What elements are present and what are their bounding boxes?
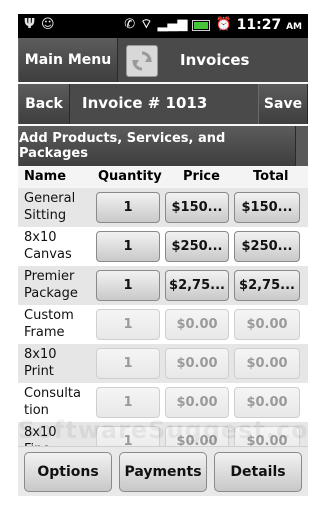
payments-button[interactable]: Payments [119, 452, 207, 492]
quantity-field[interactable]: 1 [96, 192, 160, 223]
price-field[interactable]: $0.00 [165, 309, 229, 340]
options-label: Options [37, 464, 99, 480]
clock: 11:27 AM [236, 17, 302, 33]
main-menu-button[interactable]: Main Menu [18, 38, 118, 82]
quantity-field[interactable]: 1 [96, 231, 160, 262]
usb-icon: Ψ [24, 17, 36, 32]
wifi-icon: ⌔ [140, 17, 153, 32]
refresh-button[interactable] [126, 45, 158, 77]
header-bar: Main Menu Invoices [18, 38, 308, 82]
options-button[interactable]: Options [24, 452, 112, 492]
price-field[interactable]: $0.00 [165, 348, 229, 379]
item-name: General Sitting [24, 191, 76, 223]
total-field[interactable]: $2,75... [234, 270, 300, 301]
item-name: Consultation [24, 386, 81, 418]
quantity-field[interactable]: 1 [96, 270, 160, 301]
item-name: 8x10 Print [24, 347, 57, 379]
total-field[interactable]: $0.00 [234, 387, 300, 418]
save-label: Save [263, 96, 303, 112]
add-products-button[interactable]: Add Products, Services, and Packages [18, 126, 296, 166]
price-field[interactable]: $250... [165, 231, 229, 262]
watermark: SoftwareSuggest.com [18, 416, 308, 444]
back-button[interactable]: Back [18, 84, 70, 124]
table-row[interactable]: 8x10 Print 1 $0.00 $0.00 [18, 344, 308, 383]
table-row[interactable]: 8x10 Canvas 1 $250... $250... [18, 227, 308, 266]
item-name: Premier Package [24, 269, 78, 301]
status-bar: Ψ ☺ ✆ ⌔ ▂▄▆ ⏰ 11:27 AM [18, 14, 308, 38]
main-menu-label: Main Menu [24, 52, 112, 68]
add-bar: Add Products, Services, and Packages [18, 126, 308, 166]
table-row[interactable]: General Sitting 1 $150... $150... [18, 188, 308, 227]
quantity-field[interactable]: 1 [96, 348, 160, 379]
nav-bar: Back Invoice # 1013 Save [18, 84, 308, 124]
price-field[interactable]: $150... [165, 192, 229, 223]
invoice-title: Invoice # 1013 [82, 94, 208, 112]
price-field[interactable]: $0.00 [165, 387, 229, 418]
call-icon: ✆ [124, 17, 136, 32]
details-button[interactable]: Details [214, 452, 302, 492]
bottom-bar: Options Payments Details [18, 446, 308, 496]
back-label: Back [25, 96, 63, 112]
item-name: 8x10 Canvas [24, 230, 72, 262]
total-field[interactable]: $0.00 [234, 309, 300, 340]
add-products-label: Add Products, Services, and Packages [19, 131, 226, 161]
refresh-icon [132, 51, 152, 71]
total-field[interactable]: $150... [234, 192, 300, 223]
phone-screen: Ψ ☺ ✆ ⌔ ▂▄▆ ⏰ 11:27 AM Main Menu Invoice… [18, 14, 308, 496]
alarm-icon: ⏰ [215, 17, 232, 32]
quantity-field[interactable]: 1 [96, 387, 160, 418]
price-field[interactable]: $2,75... [165, 270, 229, 301]
total-field[interactable]: $250... [234, 231, 300, 262]
table-row[interactable]: Custom Frame 1 $0.00 $0.00 [18, 305, 308, 344]
battery-icon [192, 19, 211, 31]
signal-icon: ▂▄▆ [157, 17, 188, 32]
table-row[interactable]: Premier Package 1 $2,75... $2,75... [18, 266, 308, 305]
col-price: Price [183, 169, 220, 184]
total-field[interactable]: $0.00 [234, 348, 300, 379]
section-title: Invoices [180, 51, 250, 69]
col-total: Total [253, 169, 289, 184]
table-header: Name Quantity Price Total [18, 167, 308, 187]
item-name: Custom Frame [24, 308, 74, 340]
notification-icon: ☺ [41, 17, 55, 32]
save-button[interactable]: Save [258, 84, 308, 124]
quantity-field[interactable]: 1 [96, 309, 160, 340]
col-name: Name [24, 169, 67, 184]
payments-label: Payments [124, 464, 202, 480]
details-label: Details [230, 464, 286, 480]
col-quantity: Quantity [98, 169, 162, 184]
